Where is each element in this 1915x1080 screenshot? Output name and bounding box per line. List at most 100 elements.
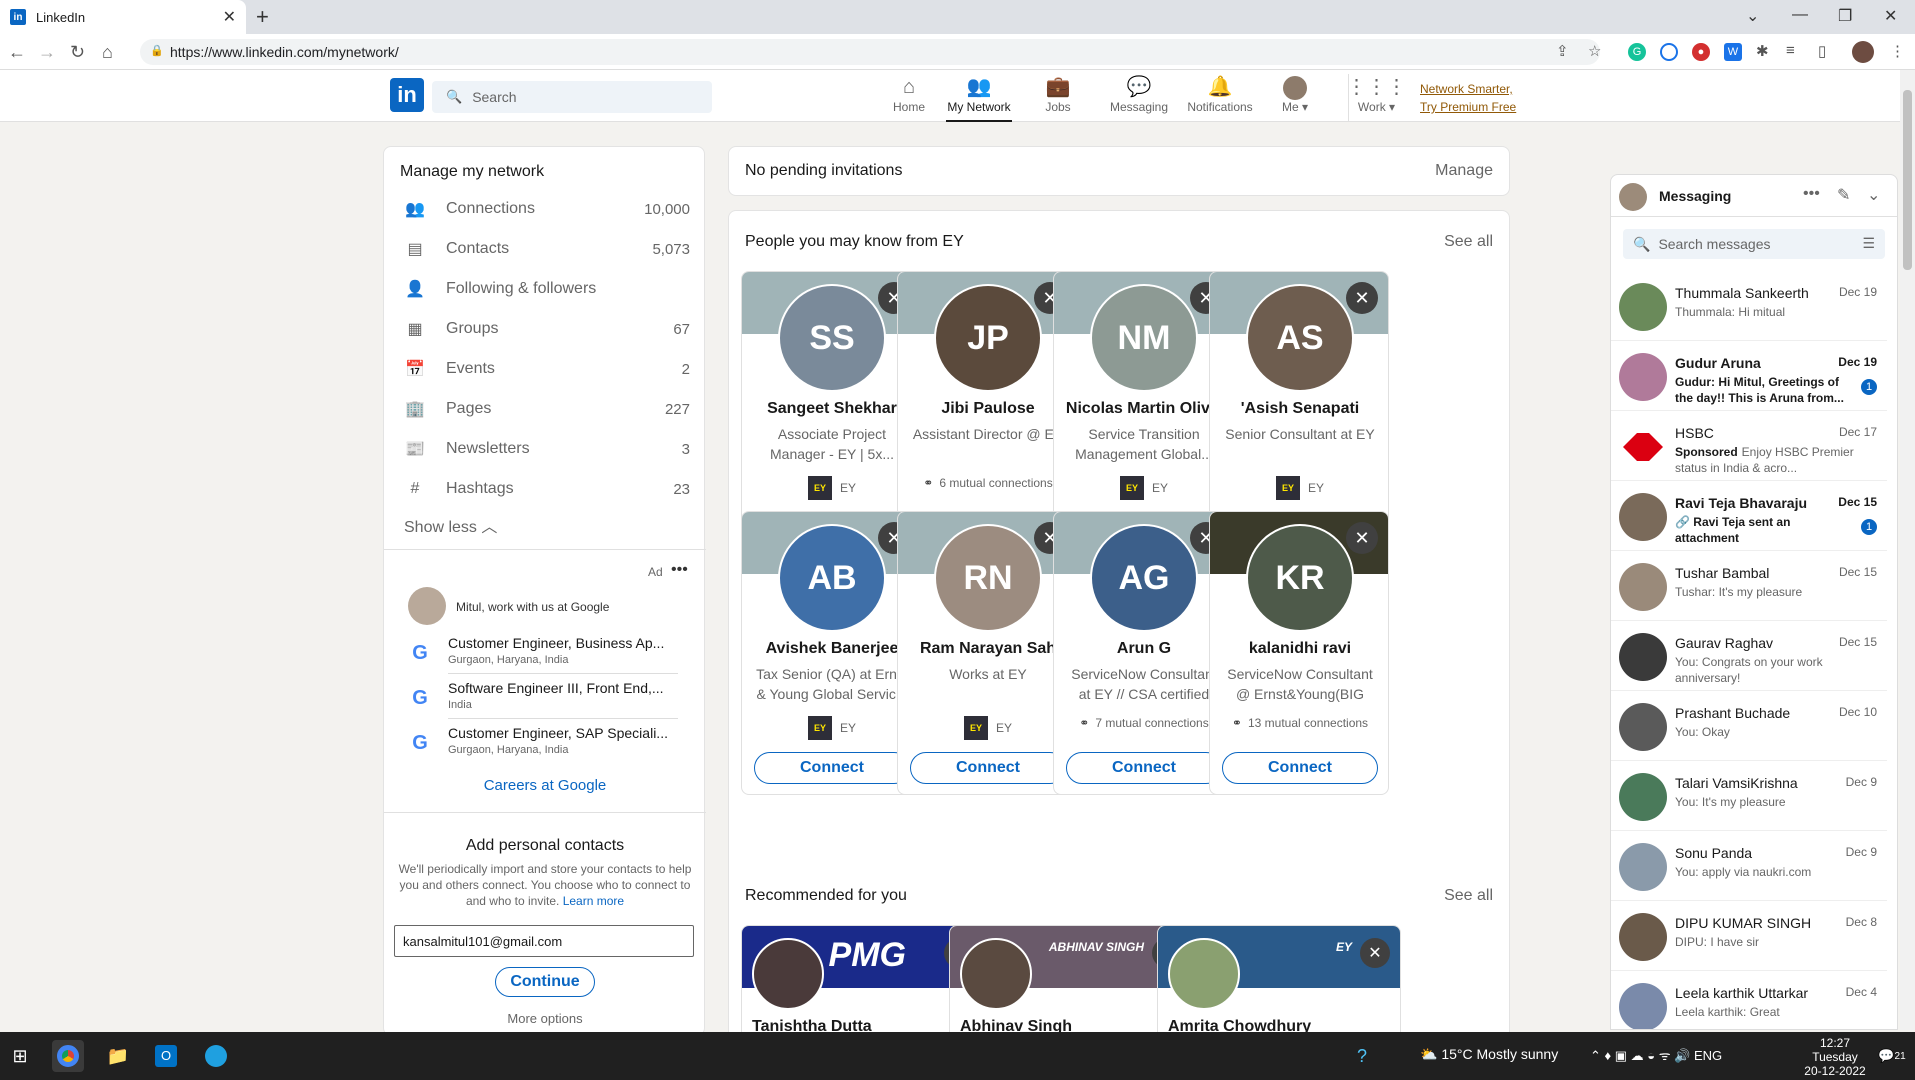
manage-item-hashtags[interactable]: # Hashtags 23 bbox=[404, 477, 690, 501]
home-browser-icon[interactable]: ⌂ bbox=[102, 42, 113, 63]
avatar[interactable]: SS bbox=[778, 284, 886, 392]
conversation-item[interactable]: Ravi Teja Bhavaraju Dec 15 🔗 Ravi Teja sen… bbox=[1611, 481, 1887, 551]
try-premium-link[interactable]: Network Smarter, Try Premium Free bbox=[1420, 80, 1516, 116]
show-less-toggle[interactable]: Show less ︿ bbox=[404, 513, 497, 537]
person-name[interactable]: Avishek Banerjee bbox=[748, 640, 916, 658]
person-name[interactable]: Ram Narayan Sah bbox=[904, 640, 1072, 658]
person-name[interactable]: 'Asish Senapati bbox=[1216, 400, 1384, 418]
learn-more-link[interactable]: Learn more bbox=[563, 894, 624, 908]
close-window-icon[interactable]: ✕ bbox=[1884, 6, 1897, 26]
messaging-header[interactable]: Messaging ••• ✎ ⌄ bbox=[1611, 175, 1897, 217]
nav-jobs[interactable]: 💼 Jobs bbox=[1030, 74, 1086, 122]
chevron-down-icon[interactable]: ⌄ bbox=[1867, 185, 1880, 205]
windows-start-icon[interactable]: ⊞ bbox=[4, 1040, 36, 1072]
bookmark-star-icon[interactable]: ☆ bbox=[1588, 42, 1601, 60]
more-options-link[interactable]: More options bbox=[384, 1011, 706, 1026]
connect-button[interactable]: Connect bbox=[910, 752, 1066, 784]
close-tab-icon[interactable]: ✕ bbox=[223, 7, 236, 27]
ad-more-icon[interactable]: ••• bbox=[671, 561, 688, 579]
puzzle-extensions-icon[interactable]: ✱ bbox=[1756, 42, 1769, 60]
nav-messaging[interactable]: 💬 Messaging bbox=[1104, 74, 1174, 122]
grammarly-extension-icon[interactable]: G bbox=[1628, 43, 1646, 61]
share-icon[interactable]: ⇪ bbox=[1556, 42, 1569, 60]
ad-job-3[interactable]: G Customer Engineer, SAP Speciali... Gurga… bbox=[408, 723, 678, 763]
ad-job-1[interactable]: G Customer Engineer, Business Ap... Gurgao… bbox=[408, 633, 678, 674]
connect-button[interactable]: Connect bbox=[1222, 752, 1378, 784]
forward-icon[interactable]: → bbox=[38, 42, 56, 63]
conversation-item[interactable]: DIPU KUMAR SINGH Dec 8 DIPU: I have sir bbox=[1611, 901, 1887, 971]
extension-w-icon[interactable]: W bbox=[1724, 43, 1742, 61]
weather-widget[interactable]: ⛅ 15°C Mostly sunny bbox=[1420, 1046, 1558, 1063]
system-tray[interactable]: ⌃ ♦ ▣ ☁ ◒ ᯤ 🔊 ENG bbox=[1590, 1046, 1722, 1064]
ad-job-2[interactable]: G Software Engineer III, Front End,... Ind… bbox=[408, 678, 678, 719]
email-field[interactable]: kansalmitul101@gmail.com bbox=[394, 925, 694, 957]
side-panel-icon[interactable]: ▯ bbox=[1818, 42, 1826, 60]
chrome-icon[interactable] bbox=[52, 1040, 84, 1072]
conversation-item[interactable]: Thummala Sankeerth Dec 19 Thummala: Hi mit… bbox=[1611, 271, 1887, 341]
manage-item-events[interactable]: 📅 Events 2 bbox=[404, 357, 690, 381]
person-name[interactable]: kalanidhi ravi bbox=[1216, 640, 1384, 658]
browser-tab[interactable]: in LinkedIn ✕ bbox=[0, 0, 246, 34]
nav-work[interactable]: ⋮⋮⋮ Work ▾ bbox=[1347, 74, 1407, 122]
scrollbar-thumb[interactable] bbox=[1903, 90, 1912, 270]
continue-button[interactable]: Continue bbox=[495, 967, 595, 997]
minimize-icon[interactable]: — bbox=[1792, 6, 1808, 24]
notifications-center-icon[interactable]: 💬 21 bbox=[1876, 1040, 1908, 1072]
reading-list-icon[interactable]: ≡ bbox=[1786, 42, 1795, 59]
avatar[interactable] bbox=[1168, 938, 1240, 1010]
person-name[interactable]: Jibi Paulose bbox=[904, 400, 1072, 418]
conversation-item[interactable]: Talari VamsiKrishna Dec 9 You: It's my ple… bbox=[1611, 761, 1887, 831]
avatar[interactable] bbox=[752, 938, 824, 1010]
see-all-link[interactable]: See all bbox=[1444, 233, 1493, 251]
tab-search-icon[interactable]: ⌄ bbox=[1746, 6, 1759, 26]
conversation-item[interactable]: Leela karthik Uttarkar Dec 4 Leela karthik… bbox=[1611, 971, 1887, 1029]
nav-home[interactable]: ⌂ Home bbox=[880, 74, 938, 122]
outlook-icon[interactable]: O bbox=[150, 1040, 182, 1072]
dismiss-icon[interactable]: ✕ bbox=[1360, 938, 1390, 968]
conversation-item[interactable]: Gudur Aruna Dec 19 Gudur: Hi Mitul, Greeti… bbox=[1611, 341, 1887, 411]
avatar[interactable]: AS bbox=[1246, 284, 1354, 392]
help-icon[interactable]: ? bbox=[1346, 1040, 1378, 1072]
new-tab-icon[interactable]: + bbox=[256, 4, 269, 30]
avatar[interactable]: AG bbox=[1090, 524, 1198, 632]
manage-item-following[interactable]: 👤 Following & followers bbox=[404, 277, 690, 301]
manage-item-newsletters[interactable]: 📰 Newsletters 3 bbox=[404, 437, 690, 461]
extension-red-icon[interactable]: ● bbox=[1692, 43, 1710, 61]
avatar[interactable] bbox=[960, 938, 1032, 1010]
browser-menu-icon[interactable]: ⋮ bbox=[1890, 42, 1905, 60]
person-card[interactable]: AG ✕ Arun G ServiceNow Consultant at EY // … bbox=[1053, 511, 1233, 795]
extension-circle-icon[interactable] bbox=[1660, 43, 1678, 61]
edge-icon[interactable] bbox=[200, 1040, 232, 1072]
clock[interactable]: 12:27 Tuesday 20-12-2022 bbox=[1800, 1036, 1870, 1078]
avatar[interactable]: RN bbox=[934, 524, 1042, 632]
person-card[interactable]: KR ✕ kalanidhi ravi ServiceNow Consultant @… bbox=[1209, 511, 1389, 795]
manage-item-contacts[interactable]: ▤ Contacts 5,073 bbox=[404, 237, 690, 261]
connect-button[interactable]: Connect bbox=[754, 752, 910, 784]
more-options-icon[interactable]: ••• bbox=[1803, 185, 1820, 203]
search-input[interactable]: 🔍 Search bbox=[432, 81, 712, 113]
dismiss-icon[interactable]: ✕ bbox=[1346, 522, 1378, 554]
linkedin-logo-icon[interactable]: in bbox=[390, 78, 424, 112]
person-card[interactable]: RN ✕ Ram Narayan Sah Works at EY EY EY Connect bbox=[897, 511, 1077, 795]
conversation-item[interactable]: Prashant Buchade Dec 10 You: Okay bbox=[1611, 691, 1887, 761]
reload-icon[interactable]: ↻ bbox=[70, 42, 85, 63]
person-card[interactable]: AB ✕ Avishek Banerjee Tax Senior (QA) at Er… bbox=[741, 511, 921, 795]
careers-link[interactable]: Careers at Google bbox=[384, 777, 706, 794]
nav-me[interactable]: Me ▾ bbox=[1272, 74, 1318, 122]
manage-invitations-link[interactable]: Manage bbox=[1435, 162, 1493, 180]
manage-item-groups[interactable]: ▦ Groups 67 bbox=[404, 317, 690, 341]
conversation-item[interactable]: Gaurav Raghav Dec 15 You: Congrats on your… bbox=[1611, 621, 1887, 691]
avatar[interactable]: JP bbox=[934, 284, 1042, 392]
file-explorer-icon[interactable]: 📁 bbox=[102, 1040, 134, 1072]
manage-item-connections[interactable]: 👥 Connections 10,000 bbox=[404, 197, 690, 221]
person-name[interactable]: Arun G bbox=[1060, 640, 1228, 658]
page-scrollbar[interactable] bbox=[1900, 70, 1915, 1030]
nav-notifications[interactable]: 🔔 Notifications bbox=[1182, 74, 1258, 122]
avatar[interactable]: KR bbox=[1246, 524, 1354, 632]
conversation-item[interactable]: Tushar Bambal Dec 15 Tushar: It's my pleas… bbox=[1611, 551, 1887, 621]
avatar[interactable]: AB bbox=[778, 524, 886, 632]
search-messages-input[interactable]: 🔍 Search messages ☰ bbox=[1623, 229, 1885, 259]
connect-button[interactable]: Connect bbox=[1066, 752, 1222, 784]
conversation-item[interactable]: Sonu Panda Dec 9 You: apply via naukri.com bbox=[1611, 831, 1887, 901]
avatar[interactable]: NM bbox=[1090, 284, 1198, 392]
